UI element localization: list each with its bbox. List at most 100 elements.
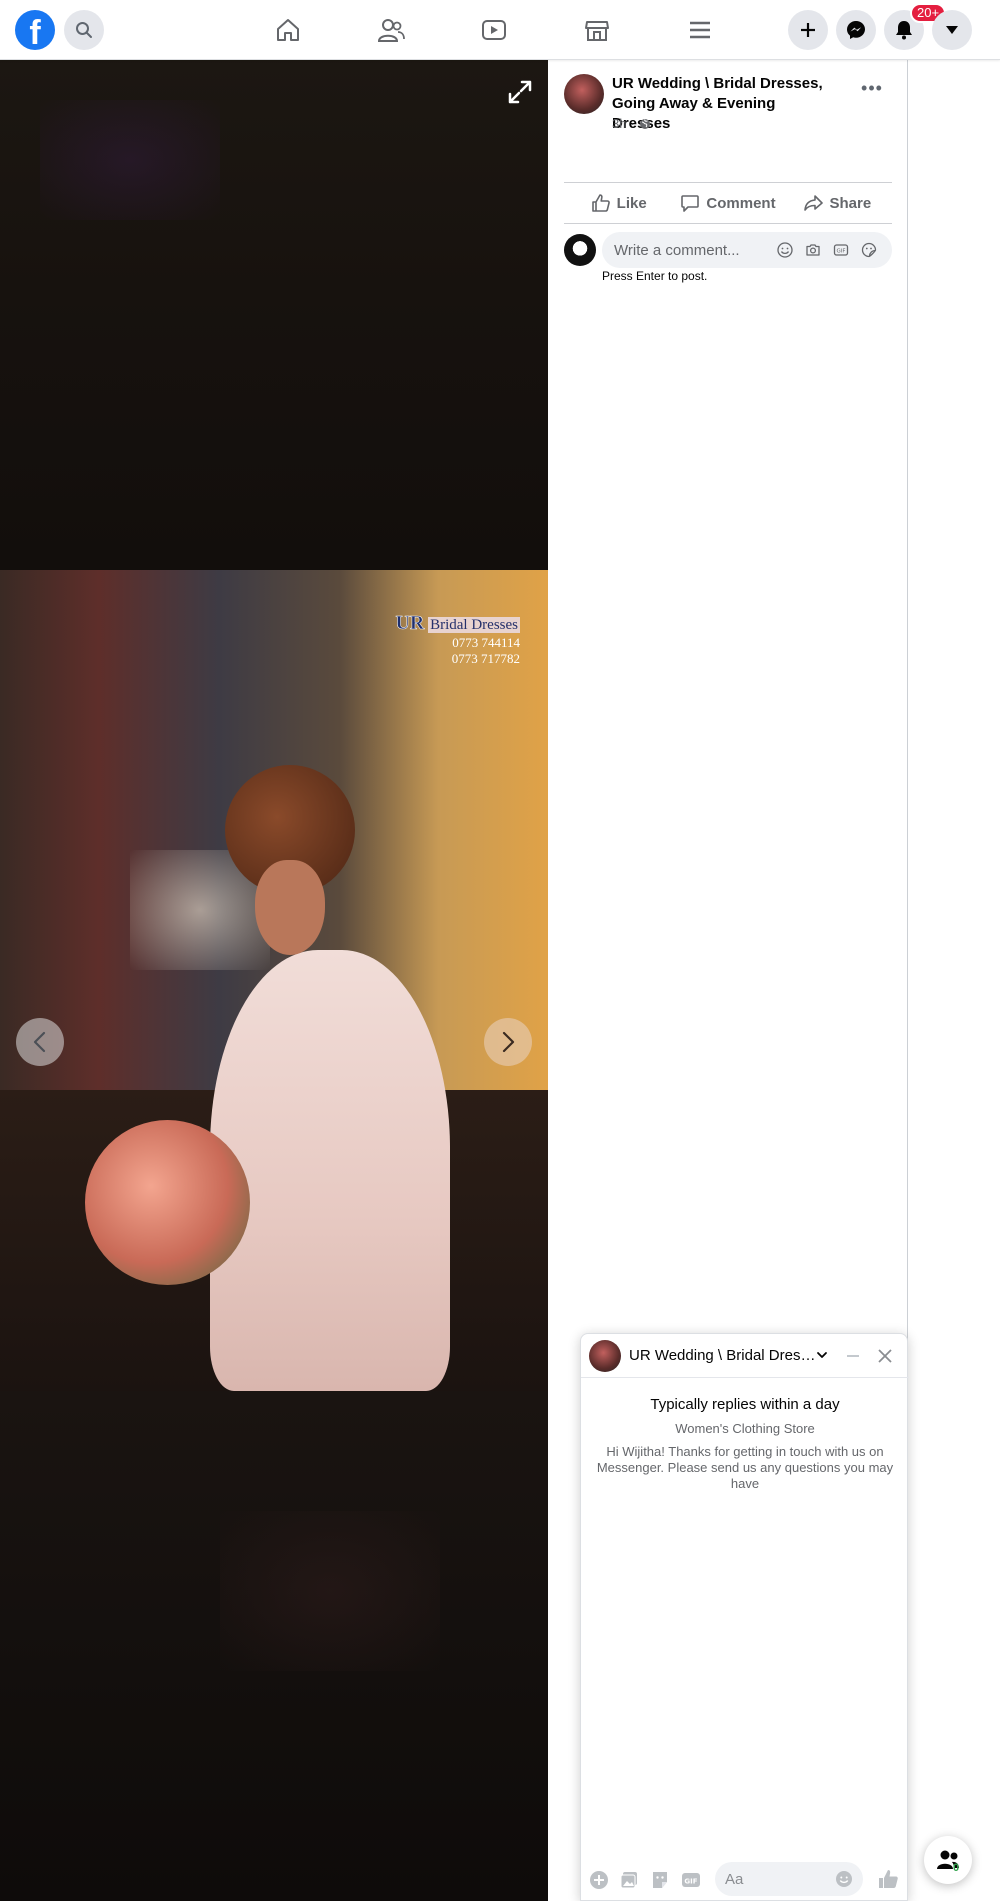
globe-icon (639, 118, 650, 129)
search-icon (76, 22, 92, 38)
like-label: Like (616, 194, 647, 212)
chat-composer: GIF (581, 1856, 909, 1900)
nav-friends[interactable] (375, 14, 407, 46)
meta-separator: · (630, 116, 635, 131)
photo-button[interactable] (804, 241, 822, 259)
page-avatar[interactable] (564, 74, 604, 114)
share-label: Share (829, 194, 872, 212)
online-contacts-count: 0 (953, 1862, 960, 1874)
chevron-right-icon (502, 1031, 515, 1053)
chat-welcome: Typically replies within a day Women's C… (581, 1396, 909, 1492)
chevron-down-icon (817, 1352, 827, 1358)
account-menu-button[interactable] (932, 10, 972, 50)
comment-composer: GIF (564, 232, 892, 268)
like-button[interactable]: Like (564, 183, 673, 223)
blurred-background-top (0, 60, 548, 570)
comment-input[interactable] (614, 232, 774, 268)
marketplace-icon (585, 21, 609, 41)
messenger-button[interactable] (836, 10, 876, 50)
watermark-phone: 0773 744114 (452, 635, 520, 650)
sticker-button[interactable] (860, 241, 878, 259)
caret-down-icon (946, 26, 958, 34)
menu-icon (690, 21, 710, 39)
watch-icon (482, 20, 506, 40)
gif-button[interactable]: GIF (681, 1870, 701, 1890)
post-meta: 3h · (612, 116, 651, 131)
svg-text:GIF: GIF (836, 249, 845, 255)
response-time: Typically replies within a day (650, 1396, 840, 1413)
post-options-button[interactable]: ••• (854, 70, 890, 106)
new-message-contacts-button[interactable]: 0 (924, 1836, 972, 1884)
gif-icon: GIF (682, 1873, 700, 1887)
press-enter-hint: Press Enter to post. (602, 269, 708, 283)
send-like-button[interactable] (877, 1868, 899, 1890)
user-avatar[interactable] (564, 234, 596, 266)
message-box (715, 1862, 863, 1896)
camera-icon (806, 244, 820, 256)
minimize-chat-button[interactable] (843, 1346, 863, 1366)
expand-icon (508, 80, 532, 104)
post-time[interactable]: 3h (612, 116, 626, 131)
attach-photo-button[interactable] (619, 1870, 639, 1890)
comment-button[interactable]: Comment (673, 183, 782, 223)
plus-icon (801, 23, 815, 37)
chat-title[interactable]: UR Wedding \ Bridal Dresses, Going Away … (629, 1347, 819, 1364)
sticker-icon (653, 1872, 667, 1888)
facebook-logo-letter: f (29, 14, 41, 50)
emoji-button[interactable] (776, 241, 794, 259)
more-actions-button[interactable] (589, 1870, 609, 1890)
post-actions: Like Comment Share (564, 182, 892, 224)
nav-marketplace[interactable] (581, 14, 613, 46)
close-chat-button[interactable] (875, 1346, 895, 1366)
photo-bride-dress (210, 950, 450, 1391)
top-navigation-bar: f 20+ (0, 0, 1000, 60)
friends-icon (377, 19, 405, 42)
svg-text:GIF: GIF (684, 1878, 697, 1886)
thumbs-up-icon (591, 194, 610, 212)
comment-box: GIF (602, 232, 892, 268)
nav-menu[interactable] (684, 14, 716, 46)
smiley-icon (836, 1871, 852, 1887)
photo-bouquet (85, 1120, 250, 1285)
watermark-title-text: Bridal Dresses (428, 617, 520, 633)
photo-viewer: UR Bridal Dresses 0773 744114 0773 71778… (0, 60, 548, 1901)
post-photo: UR Bridal Dresses 0773 744114 0773 71778… (0, 570, 548, 1391)
photo-watermark: UR Bridal Dresses 0773 744114 0773 71778… (395, 612, 520, 667)
chat-avatar[interactable] (589, 1340, 621, 1372)
nav-home[interactable] (272, 14, 304, 46)
facebook-logo[interactable]: f (15, 10, 55, 50)
search-button[interactable] (64, 10, 104, 50)
previous-photo-button[interactable] (16, 1018, 64, 1066)
watermark-phone: 0773 717782 (451, 651, 520, 666)
bell-icon (896, 21, 912, 40)
minimize-icon (847, 1355, 859, 1357)
page-category: Women's Clothing Store (675, 1421, 815, 1436)
next-photo-button[interactable] (484, 1018, 532, 1066)
messenger-chat-window: UR Wedding \ Bridal Dresses, Going Away … (580, 1333, 909, 1901)
watermark-brand: UR (395, 612, 425, 635)
create-button[interactable] (788, 10, 828, 50)
image-icon (620, 1872, 637, 1889)
messenger-icon (847, 21, 865, 39)
comment-icon (681, 195, 700, 212)
message-input[interactable] (725, 1862, 825, 1896)
gif-button[interactable]: GIF (832, 241, 850, 259)
emoji-button[interactable] (835, 1870, 853, 1888)
plus-circle-icon (590, 1871, 608, 1889)
fullscreen-button[interactable] (506, 78, 534, 106)
chat-header[interactable]: UR Wedding \ Bridal Dresses, Going Away … (581, 1334, 909, 1378)
sticker-button[interactable] (650, 1870, 670, 1890)
nav-watch[interactable] (478, 14, 510, 46)
home-icon (277, 19, 299, 41)
photo-bride-face (255, 860, 325, 955)
gif-icon: GIF (833, 244, 849, 256)
smiley-icon (777, 242, 793, 258)
blurred-background-bottom (0, 1391, 548, 1901)
share-button[interactable]: Share (783, 183, 892, 223)
share-icon (804, 195, 824, 211)
chat-title-chevron[interactable] (815, 1348, 831, 1364)
greeting-message: Hi Wijitha! Thanks for getting in touch … (596, 1444, 894, 1491)
watermark-title: UR Bridal Dresses (395, 612, 520, 635)
comment-label: Comment (706, 194, 776, 212)
chevron-left-icon (33, 1031, 46, 1053)
